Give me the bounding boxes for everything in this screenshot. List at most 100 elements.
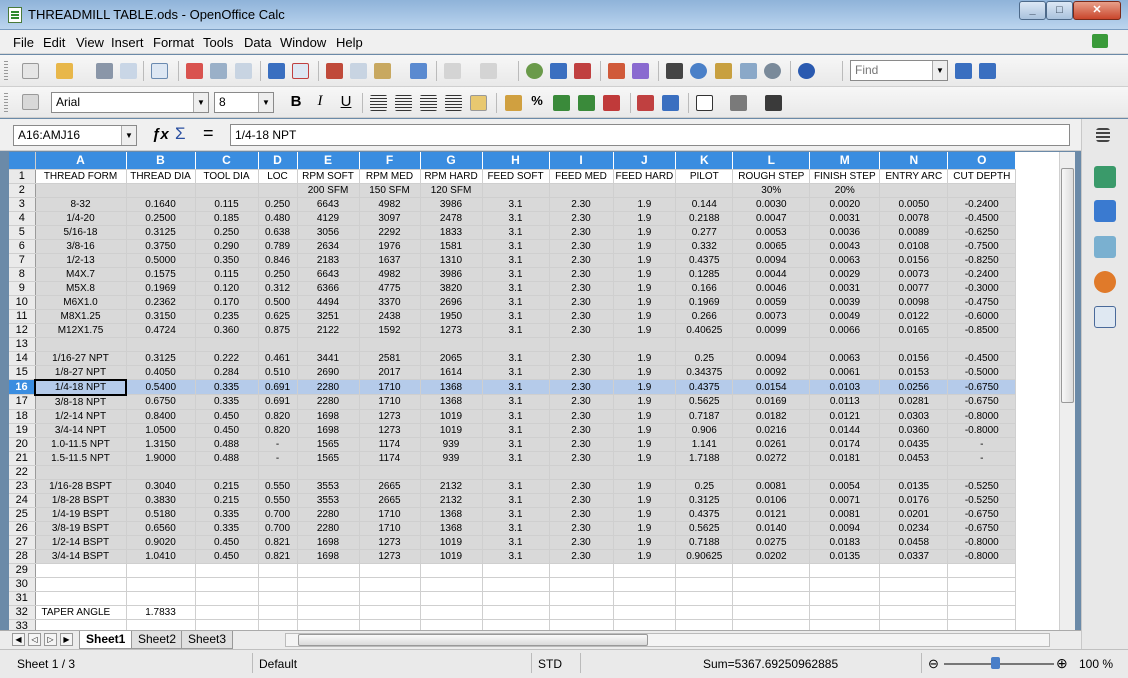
cell[interactable]: 0.0059 [732, 295, 811, 310]
cell[interactable]: 2.30 [549, 451, 614, 466]
cell[interactable]: 2.30 [549, 309, 614, 324]
cell[interactable]: 0.820 [258, 409, 298, 424]
cell[interactable]: 1.9 [613, 394, 677, 410]
cell[interactable] [809, 619, 881, 630]
cell[interactable]: 3.1 [482, 549, 550, 564]
cell[interactable]: 0.312 [258, 281, 298, 296]
cell[interactable]: 2280 [297, 507, 360, 522]
row-header[interactable]: 13 [9, 337, 36, 352]
cell[interactable]: 1.3150 [126, 437, 196, 452]
cell[interactable]: -0.6750 [947, 507, 1017, 522]
cell[interactable]: 1/4-19 BSPT [35, 507, 127, 522]
font-name-box[interactable]: Arial ▼ [51, 92, 209, 113]
cell[interactable]: 0.0234 [879, 521, 949, 536]
tab-sheet3[interactable]: Sheet3 [181, 631, 234, 649]
cell[interactable] [258, 465, 298, 480]
cell[interactable]: 3.1 [482, 323, 550, 338]
cell[interactable]: 2478 [420, 211, 483, 226]
cell[interactable]: 939 [420, 437, 483, 452]
sort-ascending-icon[interactable] [550, 63, 567, 79]
cell[interactable] [126, 337, 196, 352]
cell[interactable]: 3/8-18 NPT [35, 394, 127, 410]
row-header[interactable]: 7 [9, 253, 36, 268]
spreadsheet-grid[interactable]: ABCDEFGHIJKLMNO 1 THREAD FORM THREAD DIA TO… [9, 152, 1075, 630]
minimize-button[interactable]: _ [1019, 1, 1046, 20]
cell[interactable]: 1.9 [613, 437, 677, 452]
cell[interactable]: 939 [420, 451, 483, 466]
cell[interactable]: 3370 [359, 295, 421, 310]
cell[interactable] [947, 563, 1017, 578]
cell[interactable]: 0.3125 [126, 225, 196, 240]
cell[interactable] [359, 465, 421, 480]
cell[interactable]: 0.0261 [732, 437, 811, 452]
sort-descending-icon[interactable] [574, 63, 591, 79]
cell[interactable]: THREAD DIA [126, 169, 196, 184]
cell[interactable]: 0.2362 [126, 295, 196, 310]
cell[interactable]: 1.9 [613, 479, 677, 494]
cell[interactable]: 2438 [359, 309, 421, 324]
styles-icon[interactable] [22, 94, 39, 110]
font-size-box[interactable]: 8 ▼ [214, 92, 274, 113]
cell[interactable]: 0.0103 [809, 379, 881, 395]
page-style[interactable]: Default [259, 657, 297, 671]
cell[interactable]: 0.284 [195, 365, 259, 380]
zoom-out-icon[interactable]: ⊖ [928, 656, 939, 672]
cell[interactable]: 0.510 [258, 365, 298, 380]
cell[interactable]: 0.3830 [126, 493, 196, 508]
cell[interactable]: 3.1 [482, 253, 550, 268]
help-icon[interactable] [798, 63, 815, 79]
cell[interactable]: 1273 [359, 535, 421, 550]
cell[interactable]: 0.4375 [675, 253, 734, 268]
clone-formatting-icon[interactable] [410, 63, 427, 79]
cell[interactable]: 2665 [359, 479, 421, 494]
cell[interactable]: 2.30 [549, 281, 614, 296]
menu-window[interactable]: Window [280, 35, 326, 50]
cell[interactable]: -0.8000 [947, 549, 1017, 564]
cell[interactable]: 0.3125 [126, 351, 196, 366]
cell[interactable]: 0.789 [258, 239, 298, 254]
cell[interactable]: TAPER ANGLE [35, 605, 127, 620]
cell[interactable] [195, 605, 259, 620]
cell[interactable]: 0.120 [195, 281, 259, 296]
add-decimal-icon[interactable] [578, 95, 595, 111]
cell[interactable]: 1273 [359, 423, 421, 438]
cell[interactable]: 2132 [420, 493, 483, 508]
cell[interactable]: 3.1 [482, 423, 550, 438]
cell[interactable]: 0.0182 [732, 409, 811, 424]
cell[interactable] [675, 183, 734, 198]
italic-button[interactable]: I [311, 93, 329, 110]
zoom-slider-knob[interactable] [991, 657, 1000, 669]
cell[interactable]: 1368 [420, 379, 483, 395]
cell[interactable]: 0.5400 [126, 379, 196, 395]
cell[interactable]: 0.1285 [675, 267, 734, 282]
cell[interactable]: 1637 [359, 253, 421, 268]
find-next-icon[interactable] [955, 63, 972, 79]
menu-insert[interactable]: Insert [111, 35, 144, 50]
cell[interactable]: -0.6750 [947, 394, 1017, 410]
cell[interactable] [359, 619, 421, 630]
cell[interactable]: 1.0500 [126, 423, 196, 438]
cell[interactable] [549, 465, 614, 480]
cell[interactable]: 0.4375 [675, 507, 734, 522]
cell[interactable]: 0.6750 [126, 394, 196, 410]
cell[interactable]: 0.0113 [809, 394, 881, 410]
cell[interactable]: 3.1 [482, 211, 550, 226]
cut-icon[interactable] [326, 63, 343, 79]
cell[interactable]: 1581 [420, 239, 483, 254]
cell[interactable]: 3.1 [482, 535, 550, 550]
cell[interactable]: 0.34375 [675, 365, 734, 380]
cell[interactable]: 0.0281 [879, 394, 949, 410]
cell[interactable]: 0.250 [195, 225, 259, 240]
cell[interactable]: 2.30 [549, 549, 614, 564]
increase-indent-icon[interactable] [662, 95, 679, 111]
cell[interactable]: 0.450 [195, 423, 259, 438]
cell[interactable]: 5/16-18 [35, 225, 127, 240]
cell[interactable] [675, 605, 734, 620]
cell[interactable]: 6366 [297, 281, 360, 296]
row-header[interactable]: 23 [9, 479, 36, 494]
delete-decimal-icon[interactable] [603, 95, 620, 111]
cell[interactable]: 3.1 [482, 437, 550, 452]
cell[interactable] [809, 605, 881, 620]
zoom-level[interactable]: 100 % [1079, 657, 1113, 671]
cell[interactable] [35, 563, 127, 578]
